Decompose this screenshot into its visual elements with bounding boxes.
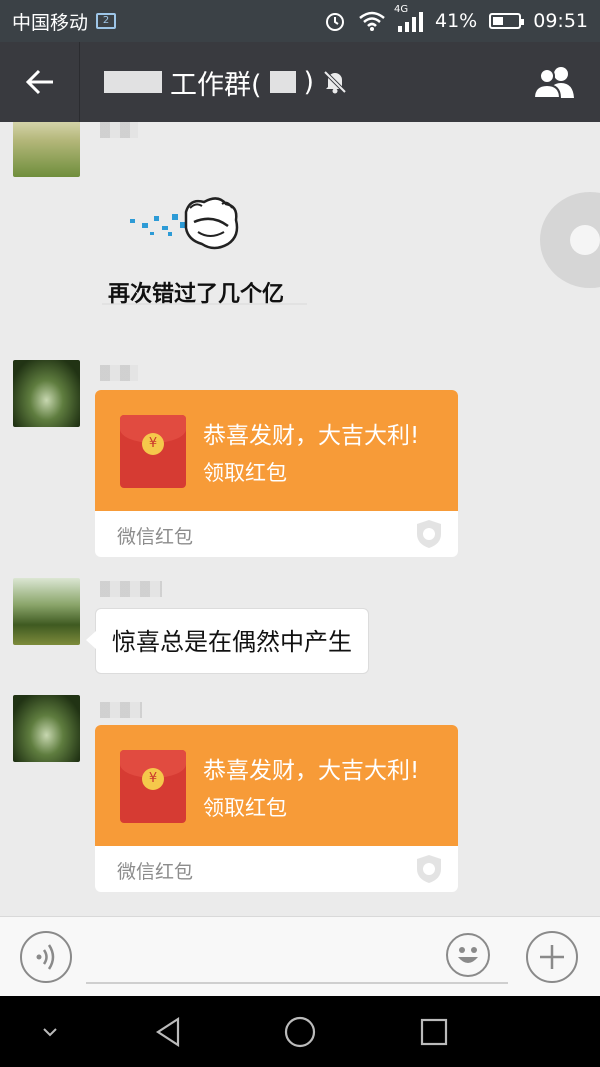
avatar[interactable] bbox=[13, 360, 80, 427]
back-button[interactable] bbox=[0, 42, 80, 122]
sim-card-icon: 2 bbox=[96, 13, 117, 29]
sender-name-redacted bbox=[100, 122, 138, 138]
red-packet-action: 领取红包 bbox=[203, 461, 287, 485]
floating-assistive-button[interactable] bbox=[540, 192, 600, 288]
avatar[interactable] bbox=[13, 578, 80, 645]
square-recents-icon bbox=[420, 1018, 448, 1045]
message-text-input[interactable] bbox=[86, 982, 508, 984]
sticker-caption: 再次错过了几个亿 bbox=[108, 282, 285, 307]
redacted-name bbox=[104, 71, 162, 93]
input-bar bbox=[0, 916, 600, 996]
plus-icon bbox=[540, 945, 564, 969]
sticker-message[interactable]: 再次错过了几个亿 bbox=[102, 192, 307, 312]
bell-off-icon bbox=[323, 70, 347, 94]
carrier: 中国移动 2 bbox=[12, 8, 117, 35]
battery-percent: 41% bbox=[435, 10, 478, 32]
more-actions-button[interactable] bbox=[526, 931, 578, 983]
chevron-down-icon bbox=[43, 1027, 57, 1036]
group-icon bbox=[532, 67, 574, 99]
red-packet-action: 领取红包 bbox=[203, 796, 287, 820]
signal-indicator: 4G bbox=[394, 4, 423, 32]
red-packet-label: 微信红包 bbox=[117, 526, 194, 548]
arrow-left-icon bbox=[25, 69, 53, 95]
red-packet-greeting: 恭喜发财，大吉大利! bbox=[203, 423, 420, 449]
sender-name-redacted bbox=[100, 581, 162, 597]
redacted-count bbox=[269, 71, 296, 93]
nav-back-button[interactable] bbox=[146, 996, 190, 1067]
voice-input-button[interactable] bbox=[20, 931, 72, 983]
avatar[interactable] bbox=[13, 695, 80, 762]
chat-title-close: ) bbox=[303, 66, 315, 98]
wifi-icon bbox=[359, 11, 385, 31]
red-envelope-icon: ¥ bbox=[120, 750, 186, 823]
wechat-pay-shield-icon bbox=[417, 855, 441, 883]
alarm-icon bbox=[326, 13, 344, 31]
circle-home-icon bbox=[284, 1016, 316, 1047]
red-packet-greeting: 恭喜发财，大吉大利! bbox=[203, 758, 420, 784]
system-navigation-bar bbox=[0, 996, 600, 1067]
text-message[interactable]: 惊喜总是在偶然中产生 bbox=[86, 608, 369, 674]
red-envelope-icon: ¥ bbox=[120, 415, 186, 488]
red-packet-message[interactable]: ¥ 恭喜发财，大吉大利! 领取红包 微信红包 bbox=[95, 725, 458, 892]
red-packet-label: 微信红包 bbox=[117, 861, 194, 883]
status-indicators: 4G 41% 09:51 bbox=[324, 4, 588, 32]
red-packet-body: ¥ 恭喜发财，大吉大利! 领取红包 bbox=[95, 725, 458, 846]
nav-recents-button[interactable] bbox=[412, 996, 456, 1067]
voice-icon bbox=[36, 944, 55, 970]
sender-name-redacted bbox=[100, 702, 142, 718]
battery-icon bbox=[489, 13, 525, 29]
hide-nav-button[interactable] bbox=[30, 996, 70, 1067]
sender-name-redacted bbox=[100, 365, 138, 381]
emoji-button[interactable] bbox=[446, 933, 490, 977]
carrier-name: 中国移动 bbox=[12, 11, 89, 34]
red-packet-message[interactable]: ¥ 恭喜发财，大吉大利! 领取红包 微信红包 bbox=[95, 390, 458, 557]
message-list[interactable]: 再次错过了几个亿 ¥ 恭喜发财，大吉大利! 领取红包 微信红包 惊喜总是在偶然中… bbox=[0, 122, 600, 916]
triangle-back-icon bbox=[155, 1016, 180, 1047]
wechat-pay-shield-icon bbox=[417, 520, 441, 548]
nav-home-button[interactable] bbox=[278, 996, 322, 1067]
chat-title: 工作群( ) bbox=[104, 63, 348, 102]
chat-title-text: 工作群( bbox=[170, 69, 262, 101]
group-members-button[interactable] bbox=[532, 62, 578, 102]
chat-header: 工作群( ) bbox=[0, 42, 600, 122]
red-packet-body: ¥ 恭喜发财，大吉大利! 领取红包 bbox=[95, 390, 458, 511]
status-bar: 中国移动 2 4G 41% 09:51 bbox=[0, 0, 600, 42]
clock: 09:51 bbox=[533, 10, 588, 32]
network-type: 4G bbox=[394, 4, 409, 15]
emoji-icon bbox=[458, 947, 478, 963]
avatar[interactable] bbox=[13, 122, 80, 177]
